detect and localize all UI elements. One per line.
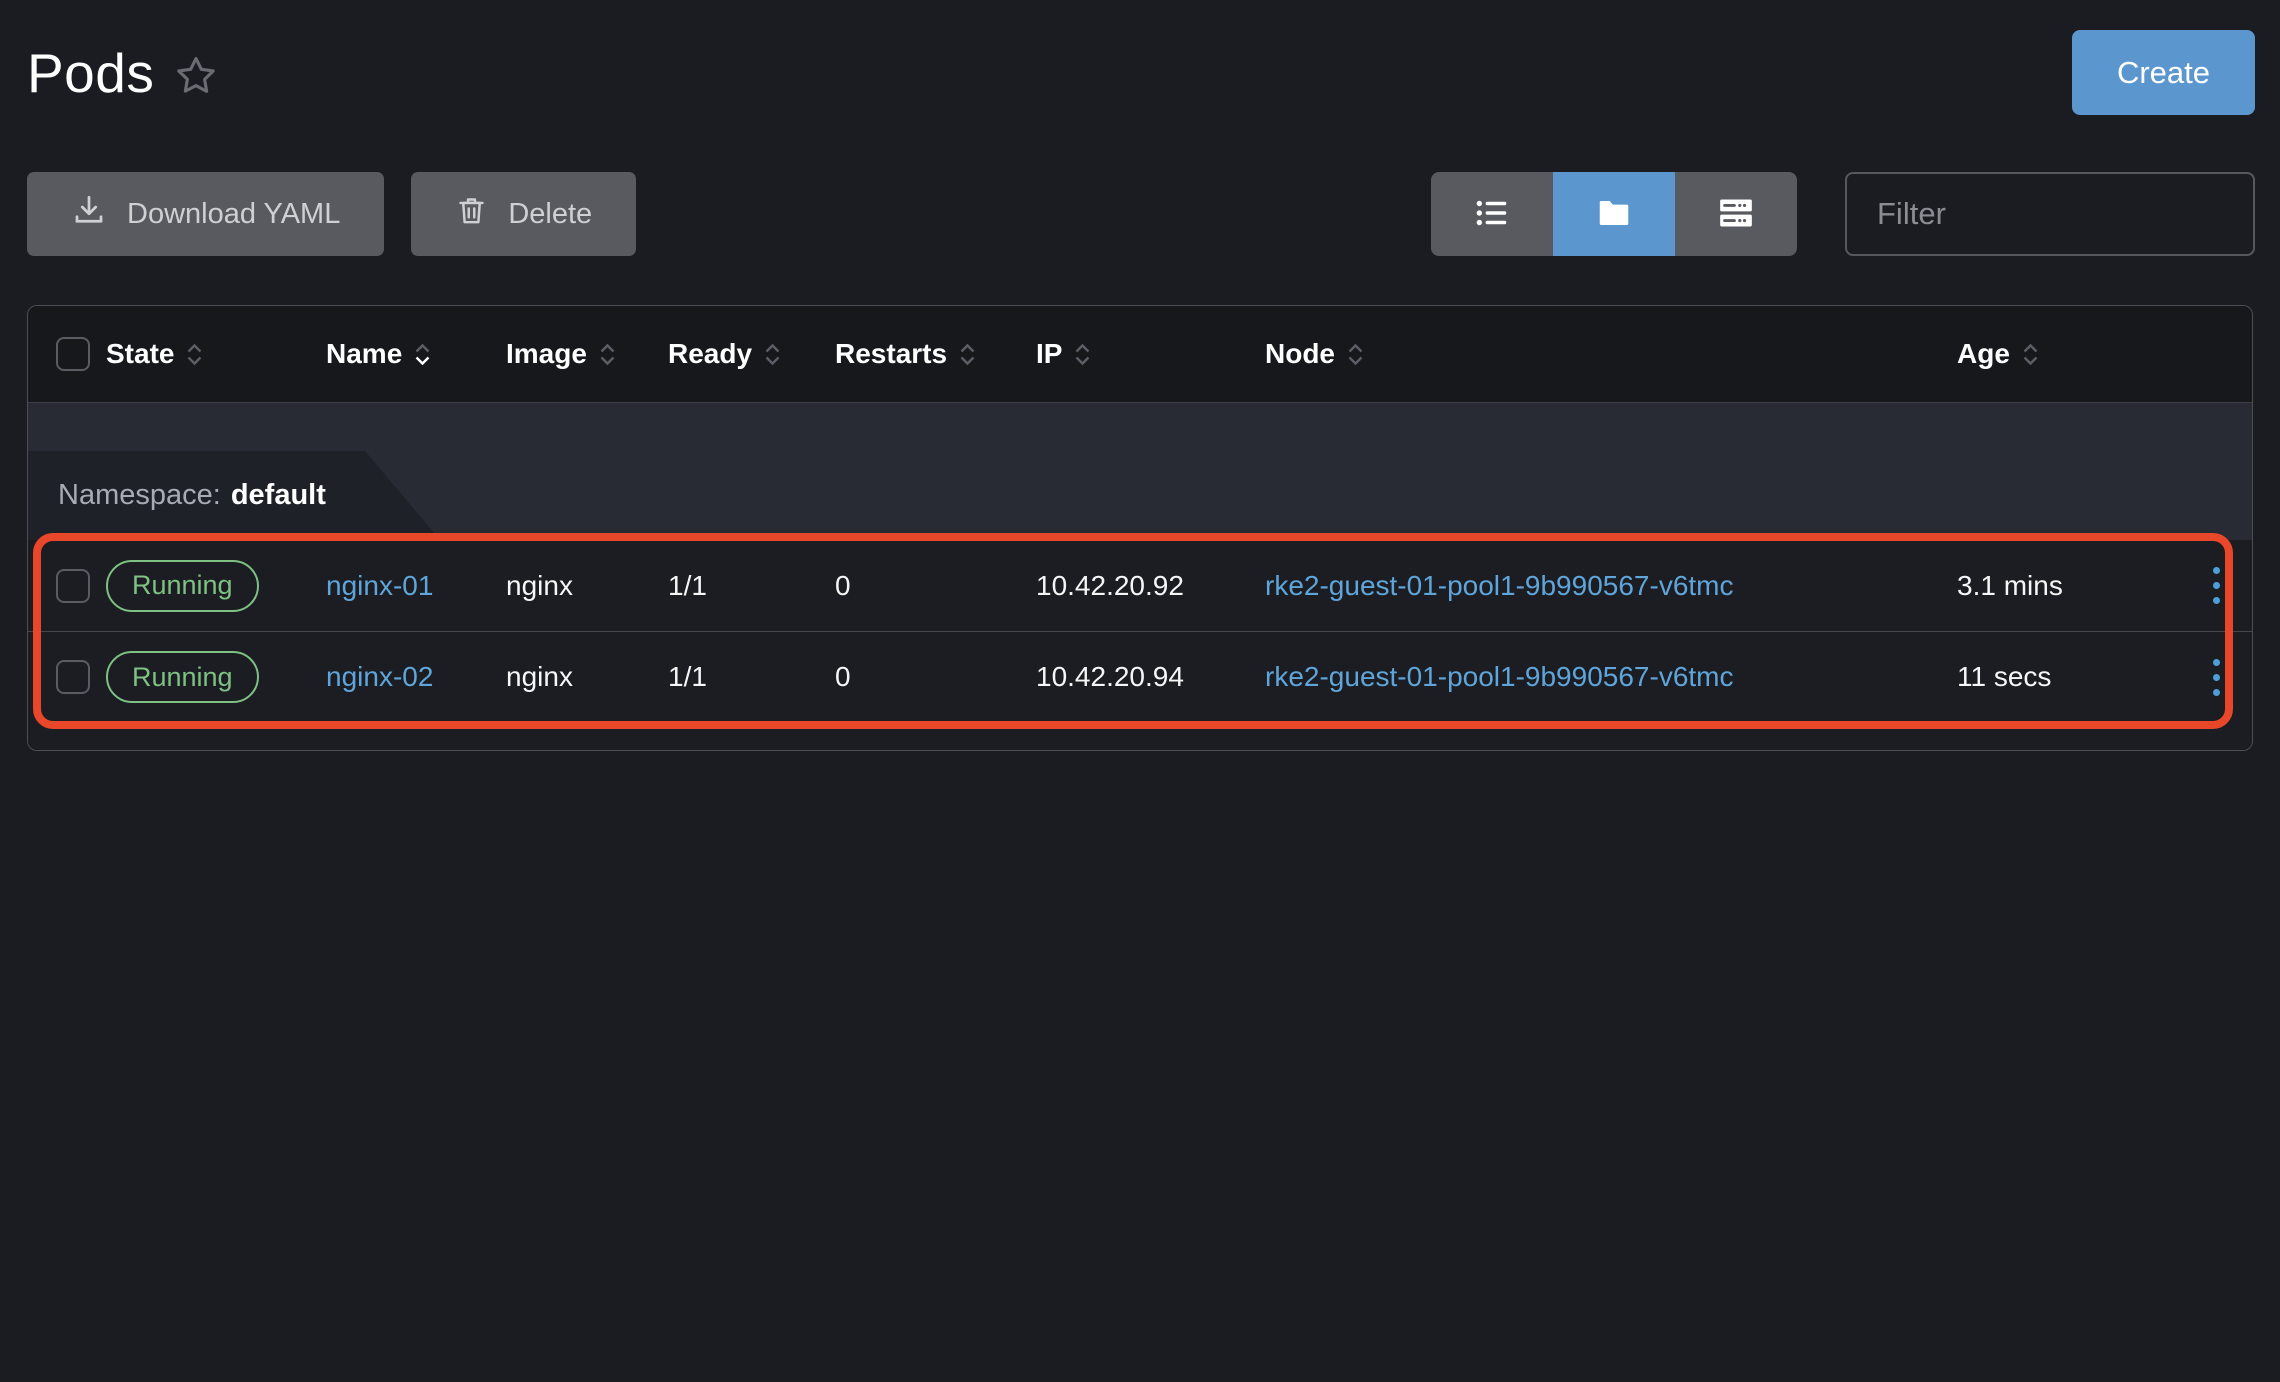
namespace-tab: Namespace: default bbox=[28, 451, 440, 540]
row-actions-kebab-icon[interactable] bbox=[2193, 647, 2241, 707]
sort-icon bbox=[959, 343, 976, 366]
image-cell: nginx bbox=[506, 570, 668, 602]
column-header-node[interactable]: Node bbox=[1265, 338, 1957, 370]
sort-icon bbox=[2022, 343, 2039, 366]
pod-name-link[interactable]: nginx-01 bbox=[326, 570, 433, 601]
age-cell: 11 secs bbox=[1957, 661, 2181, 693]
folder-view-button[interactable] bbox=[1553, 172, 1675, 256]
sort-icon bbox=[186, 343, 203, 366]
download-icon bbox=[71, 192, 107, 236]
ip-cell: 10.42.20.94 bbox=[1036, 661, 1265, 693]
node-link[interactable]: rke2-guest-01-pool1-9b990567-v6tmc bbox=[1265, 570, 1734, 601]
row-actions-kebab-icon[interactable] bbox=[2193, 556, 2241, 616]
image-cell: nginx bbox=[506, 661, 668, 693]
column-header-state[interactable]: State bbox=[106, 338, 326, 370]
delete-label: Delete bbox=[508, 198, 592, 231]
grouped-rows-icon bbox=[1717, 194, 1755, 235]
ready-cell: 1/1 bbox=[668, 570, 835, 602]
age-cell: 3.1 mins bbox=[1957, 570, 2181, 602]
column-header-ready[interactable]: Ready bbox=[668, 338, 835, 370]
view-mode-toggle bbox=[1431, 172, 1797, 256]
trash-icon bbox=[455, 194, 488, 235]
sort-icon bbox=[1074, 343, 1091, 366]
favorite-star-icon[interactable] bbox=[174, 53, 218, 97]
list-icon bbox=[1473, 194, 1511, 235]
table-footer-spacer bbox=[28, 722, 2252, 750]
restarts-cell: 0 bbox=[835, 661, 1036, 693]
list-view-button[interactable] bbox=[1431, 172, 1553, 256]
folder-icon bbox=[1596, 195, 1632, 234]
column-header-image[interactable]: Image bbox=[506, 338, 668, 370]
select-all-checkbox[interactable] bbox=[56, 337, 90, 371]
download-yaml-label: Download YAML bbox=[127, 198, 340, 231]
ready-cell: 1/1 bbox=[668, 661, 835, 693]
row-checkbox[interactable] bbox=[56, 660, 90, 694]
sort-icon bbox=[764, 343, 781, 366]
namespace-group-row: Namespace: default bbox=[28, 403, 2252, 540]
status-badge: Running bbox=[106, 651, 259, 703]
filter-input[interactable] bbox=[1845, 172, 2255, 256]
download-yaml-button[interactable]: Download YAML bbox=[27, 172, 384, 256]
sort-icon bbox=[599, 343, 616, 366]
pods-table: State Name Image Ready bbox=[27, 305, 2253, 751]
create-button[interactable]: Create bbox=[2072, 30, 2255, 115]
node-link[interactable]: rke2-guest-01-pool1-9b990567-v6tmc bbox=[1265, 661, 1734, 692]
restarts-cell: 0 bbox=[835, 570, 1036, 602]
ip-cell: 10.42.20.92 bbox=[1036, 570, 1265, 602]
page-header: Pods Create bbox=[0, 0, 2280, 115]
column-header-ip[interactable]: IP bbox=[1036, 338, 1265, 370]
column-header-age[interactable]: Age bbox=[1957, 338, 2181, 370]
sort-icon-active bbox=[414, 343, 431, 366]
table-row-nginx-02: Running nginx-02 nginx 1/1 0 10.42.20.94… bbox=[28, 631, 2252, 722]
namespace-value: default bbox=[231, 479, 326, 512]
status-badge: Running bbox=[106, 560, 259, 612]
row-checkbox[interactable] bbox=[56, 569, 90, 603]
sort-icon bbox=[1347, 343, 1364, 366]
table-header: State Name Image Ready bbox=[28, 306, 2252, 403]
page-title: Pods bbox=[27, 41, 154, 105]
pod-name-link[interactable]: nginx-02 bbox=[326, 661, 433, 692]
column-header-restarts[interactable]: Restarts bbox=[835, 338, 1036, 370]
namespace-label: Namespace: bbox=[58, 479, 221, 512]
toolbar: Download YAML Delete bbox=[27, 172, 2255, 256]
grouped-view-button[interactable] bbox=[1675, 172, 1797, 256]
column-header-name[interactable]: Name bbox=[326, 338, 506, 370]
table-row-nginx-01: Running nginx-01 nginx 1/1 0 10.42.20.92… bbox=[28, 540, 2252, 631]
delete-button[interactable]: Delete bbox=[411, 172, 636, 256]
